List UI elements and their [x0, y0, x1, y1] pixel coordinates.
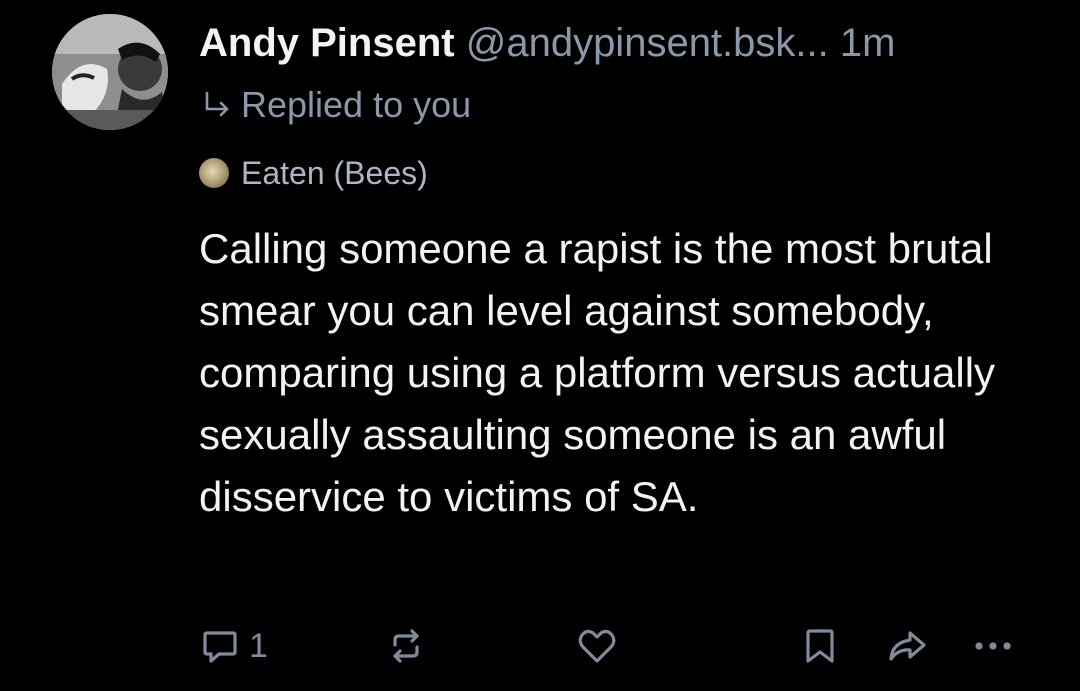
mini-avatar-icon	[199, 158, 229, 188]
reply-button[interactable]: 1	[199, 618, 268, 674]
more-icon	[975, 642, 1011, 650]
more-options-button[interactable]	[969, 618, 1017, 674]
reply-context: Replied to you	[199, 82, 471, 128]
repost-icon	[393, 629, 419, 663]
share-button[interactable]	[885, 618, 929, 674]
reply-context-label: Replied to you	[241, 84, 472, 125]
share-icon	[889, 631, 926, 661]
quoted-author[interactable]: Eaten (Bees)	[199, 152, 428, 194]
post-timestamp[interactable]: 1m	[840, 21, 896, 65]
post-header: Andy Pinsent @andypinsent.bsk... 1m	[199, 18, 1059, 68]
bookmark-icon	[806, 629, 834, 663]
author-display-name[interactable]: Andy Pinsent	[199, 21, 455, 65]
reply-arrow-icon	[205, 91, 229, 117]
author-handle[interactable]: @andypinsent.bsk...	[466, 21, 829, 65]
reply-count: 1	[249, 626, 268, 665]
avatar-photo-icon	[52, 14, 168, 130]
reply-icon	[203, 631, 237, 663]
post-actions: 1	[195, 618, 1035, 674]
post-item[interactable]: Andy Pinsent @andypinsent.bsk... 1m Repl…	[0, 0, 1080, 691]
author-avatar[interactable]	[52, 14, 168, 130]
post-text: Calling someone a rapist is the most bru…	[199, 225, 996, 520]
quoted-author-name: Eaten (Bees)	[241, 155, 428, 191]
bookmark-button[interactable]	[799, 618, 841, 674]
repost-button[interactable]	[385, 618, 427, 674]
like-button[interactable]	[575, 618, 619, 674]
like-icon	[578, 629, 616, 663]
